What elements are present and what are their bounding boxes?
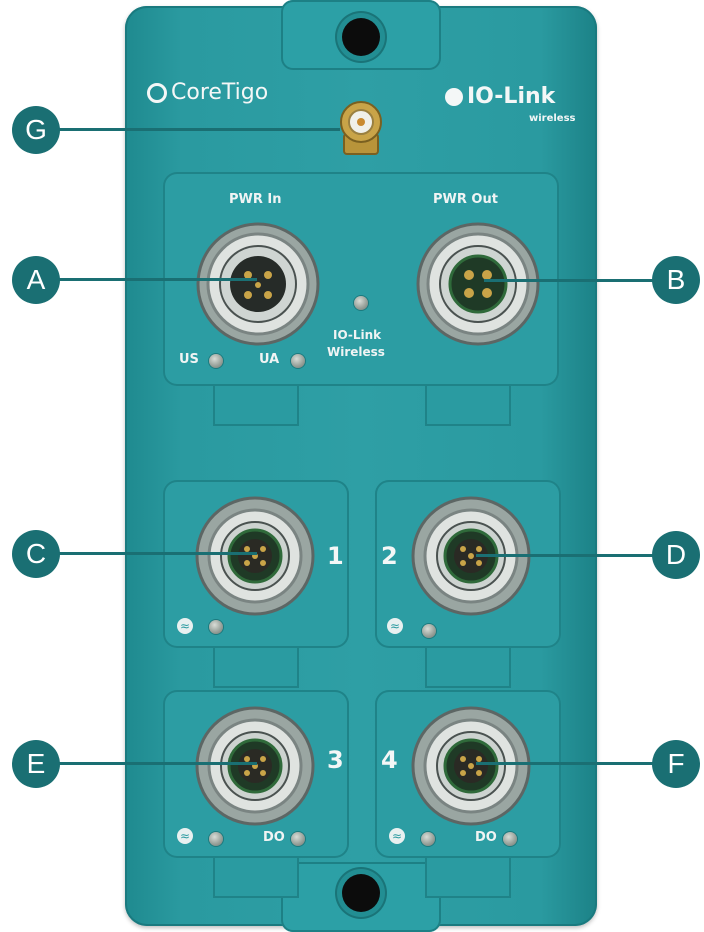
callout-c-line: [52, 552, 257, 555]
port-3-foot: [213, 856, 299, 898]
port-4-connector-icon[interactable]: [407, 702, 535, 830]
bottom-mounting-hole: [342, 874, 380, 912]
antenna-connector-icon: [340, 101, 382, 155]
pwr-out-connector-icon[interactable]: [413, 219, 543, 349]
port-2-number: 2: [381, 542, 398, 570]
callout-g: G: [12, 106, 60, 154]
io-link-logo-text: IO-Link: [467, 84, 556, 109]
callout-b: B: [652, 256, 700, 304]
port-4-do-label: DO: [475, 830, 497, 845]
callout-g-line: [50, 128, 340, 131]
io-link-logo-sub: wireless: [529, 113, 576, 124]
port-3-do-led: [291, 832, 305, 846]
callout-a-line: [52, 278, 257, 281]
port-2-foot: [425, 646, 511, 688]
ua-led: [291, 354, 305, 368]
power-panel-foot-right: [425, 384, 511, 426]
ua-label: UA: [259, 352, 280, 367]
coretigo-logo: CoreTigo: [147, 80, 268, 105]
port-4-led: [421, 832, 435, 846]
callout-e: E: [12, 740, 60, 788]
port-2-led: [422, 624, 436, 638]
callout-f: F: [652, 740, 700, 788]
port-3-wireless-icon: ≈: [177, 828, 193, 844]
port-1-number: 1: [327, 542, 344, 570]
port-1-connector-icon[interactable]: [191, 492, 319, 620]
callout-e-line: [52, 762, 257, 765]
callout-b-line: [484, 279, 674, 282]
pwr-in-label: PWR In: [229, 192, 282, 207]
port-4-do-led: [503, 832, 517, 846]
coretigo-logo-text: CoreTigo: [171, 80, 269, 105]
io-link-logo-icon: [445, 88, 463, 106]
pwr-in-connector-icon[interactable]: [193, 219, 323, 349]
callout-f-line: [476, 762, 674, 765]
port-4-number: 4: [381, 746, 398, 774]
pwr-out-label: PWR Out: [433, 192, 498, 207]
callout-d: D: [652, 531, 700, 579]
port-2-wireless-icon: ≈: [387, 618, 403, 634]
wireless-label: Wireless: [327, 345, 385, 359]
top-mounting-hole: [342, 18, 380, 56]
us-label: US: [179, 352, 199, 367]
port-3-led: [209, 832, 223, 846]
callout-a: A: [12, 256, 60, 304]
io-link-wireless-led: [354, 296, 368, 310]
us-led: [209, 354, 223, 368]
power-panel-foot-left: [213, 384, 299, 426]
port-4-foot: [425, 856, 511, 898]
port-1-led: [209, 620, 223, 634]
callout-d-line: [476, 554, 674, 557]
callout-c: C: [12, 530, 60, 578]
port-1-foot: [213, 646, 299, 688]
port-3-do-label: DO: [263, 830, 285, 845]
io-link-wireless-device: CoreTigo IO-Link wireless PWR In PWR Out: [125, 0, 597, 932]
io-link-logo: IO-Link: [445, 84, 555, 109]
port-1-wireless-icon: ≈: [177, 618, 193, 634]
port-3-number: 3: [327, 746, 344, 774]
port-4-wireless-icon: ≈: [389, 828, 405, 844]
io-link-label: IO-Link: [333, 328, 382, 342]
port-3-connector-icon[interactable]: [191, 702, 319, 830]
coretigo-logo-icon: [147, 83, 167, 103]
